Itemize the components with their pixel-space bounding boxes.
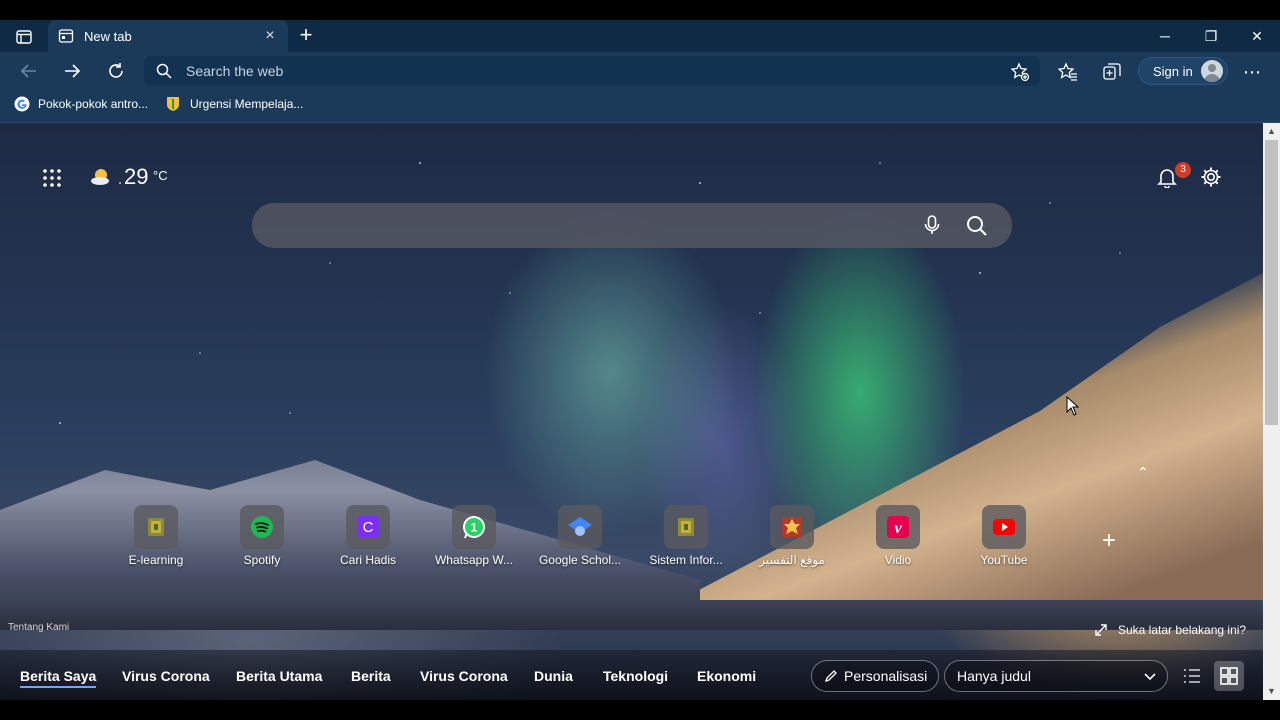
elearning-icon: [134, 505, 178, 549]
quick-link-label: YouTube: [980, 553, 1028, 567]
web-search-box[interactable]: [252, 203, 1012, 248]
search-icon: [156, 63, 172, 79]
sign-in-label: Sign in: [1153, 63, 1193, 79]
mouse-cursor-icon: [1066, 395, 1080, 416]
quick-link-label: Sistem Infor...: [649, 553, 723, 567]
partly-cloudy-icon[interactable]: [90, 166, 112, 188]
refresh-button[interactable]: [101, 56, 131, 86]
weather-temperature[interactable]: 29: [124, 164, 148, 190]
bookmark-item[interactable]: Pokok-pokok antro...: [14, 95, 148, 113]
quick-link-label: Vidio: [884, 553, 912, 567]
svg-text:C: C: [363, 519, 374, 536]
notification-badge: 3: [1175, 162, 1191, 178]
refresh-icon: [109, 63, 123, 78]
personalize-button[interactable]: Personalisasi: [811, 660, 939, 692]
close-tab-icon[interactable]: ×: [262, 27, 278, 45]
news-tab-berita-utama[interactable]: Berita Utama: [236, 668, 322, 684]
quick-link-label: Cari Hadis: [339, 553, 396, 567]
quick-link-tafsir[interactable]: موقع التفسير: [742, 505, 842, 575]
google-scholar-icon: [558, 505, 602, 549]
news-tab-virus-corona-2[interactable]: Virus Corona: [420, 668, 508, 684]
bookmark-label: Pokok-pokok antro...: [38, 97, 149, 111]
bookmark-item[interactable]: Urgensi Mempelaja...: [166, 95, 303, 113]
tafsir-icon: [770, 505, 814, 549]
letterbox-bottom: [0, 700, 1280, 720]
microphone-icon[interactable]: [920, 213, 944, 237]
new-tab-page-icon: [58, 28, 74, 44]
forward-button[interactable]: [57, 56, 87, 86]
tab-title: New tab: [84, 28, 132, 44]
spotify-icon: [240, 505, 284, 549]
quick-link-label: Spotify: [243, 553, 281, 567]
scroll-up-arrow-icon[interactable]: ▲: [1263, 123, 1280, 140]
bookmark-label: Urgensi Mempelaja...: [190, 97, 304, 111]
tab-new-tab[interactable]: New tab ×: [48, 20, 288, 52]
lake: [0, 600, 1263, 630]
svg-text:v: v: [894, 520, 902, 537]
settings-gear-icon[interactable]: [1200, 166, 1222, 188]
content-view-value: Hanya judul: [957, 668, 1031, 684]
address-bar[interactable]: Search the web: [144, 56, 1040, 86]
expand-icon: [1094, 623, 1108, 637]
quick-link-label: E-learning: [128, 553, 184, 567]
news-tab-berita[interactable]: Berita: [351, 668, 391, 684]
like-background-label: Suka latar belakang ini?: [1118, 623, 1247, 637]
grid-view-icon[interactable]: [1214, 661, 1244, 691]
quick-link-cari-hadis[interactable]: C Cari Hadis: [318, 505, 418, 575]
restore-button[interactable]: ❐: [1188, 20, 1234, 52]
back-button[interactable]: [14, 56, 44, 86]
collapse-quick-links-icon[interactable]: ⌃: [1134, 464, 1152, 480]
sign-in-button[interactable]: Sign in: [1138, 57, 1228, 85]
news-tab-virus-corona[interactable]: Virus Corona: [122, 668, 210, 684]
shield-icon: [166, 96, 182, 112]
quick-link-elearning[interactable]: E-learning: [106, 505, 206, 575]
content-view-dropdown[interactable]: Hanya judul: [944, 660, 1168, 692]
svg-text:1: 1: [471, 521, 478, 535]
chevron-down-icon: [1143, 669, 1157, 683]
vidio-icon: v: [876, 505, 920, 549]
favorites-icon[interactable]: [1054, 58, 1082, 86]
like-background-link[interactable]: Suka latar belakang ini?: [1094, 623, 1246, 637]
add-quick-link-button[interactable]: +: [1098, 529, 1120, 553]
youtube-icon: [982, 505, 1026, 549]
news-tab-dunia[interactable]: Dunia: [534, 668, 573, 684]
quick-link-google-scholar[interactable]: Google Schol...: [530, 505, 630, 575]
new-tab-button[interactable]: +: [294, 24, 318, 48]
google-icon: [14, 96, 30, 112]
quick-link-label: Whatsapp W...: [434, 553, 514, 567]
avatar-icon: [1201, 60, 1223, 82]
news-tab-teknologi[interactable]: Teknologi: [603, 668, 668, 684]
list-view-icon[interactable]: [1180, 664, 1204, 688]
quick-link-vidio[interactable]: v Vidio: [848, 505, 948, 575]
news-tab-berita-saya[interactable]: Berita Saya: [20, 668, 97, 688]
quick-link-sistem-informasi[interactable]: Sistem Infor...: [636, 505, 736, 575]
quick-link-whatsapp[interactable]: 1 Whatsapp W...: [424, 505, 524, 575]
pencil-icon: [824, 669, 838, 683]
quick-link-label: موقع التفسير: [759, 553, 825, 567]
letterbox-top: [0, 0, 1280, 20]
add-favorite-icon[interactable]: [1006, 58, 1034, 86]
about-link[interactable]: Tentang Kami: [8, 622, 69, 633]
quick-link-youtube[interactable]: YouTube: [954, 505, 1054, 575]
collections-icon[interactable]: [1098, 58, 1126, 86]
close-window-button[interactable]: ✕: [1234, 20, 1280, 52]
forward-arrow-icon: [65, 64, 81, 78]
sistem-informasi-icon: [664, 505, 708, 549]
tab-actions-icon[interactable]: [12, 27, 36, 47]
whatsapp-icon: 1: [452, 505, 496, 549]
apps-launcher-icon[interactable]: [40, 166, 64, 190]
minimize-button[interactable]: ─: [1142, 20, 1188, 52]
scroll-down-arrow-icon[interactable]: ▼: [1263, 683, 1280, 700]
back-arrow-icon: [20, 64, 36, 78]
more-menu-icon[interactable]: ⋯: [1238, 58, 1266, 86]
personalize-label: Personalisasi: [844, 668, 928, 684]
address-bar-placeholder: Search the web: [186, 63, 284, 79]
scrollbar-thumb[interactable]: [1265, 140, 1278, 425]
quick-link-label: Google Schol...: [538, 553, 622, 567]
weather-unit: °C: [153, 168, 168, 183]
c-icon: C: [346, 505, 390, 549]
search-submit-icon[interactable]: [964, 213, 990, 239]
news-tab-ekonomi[interactable]: Ekonomi: [697, 668, 756, 684]
quick-link-spotify[interactable]: Spotify: [212, 505, 312, 575]
